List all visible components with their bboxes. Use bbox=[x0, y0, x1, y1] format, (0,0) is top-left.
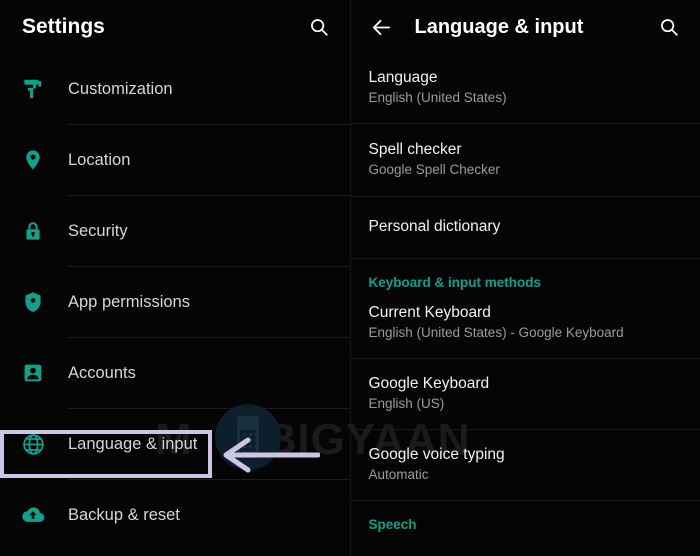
sidebar-item-label: Location bbox=[68, 150, 131, 169]
list-item-current-keyboard[interactable]: Current Keyboard English (United States)… bbox=[351, 297, 700, 358]
settings-list: Customization Location Security App perm… bbox=[0, 54, 350, 550]
sidebar-item-location[interactable]: Location bbox=[0, 125, 350, 195]
list-item-subtitle: English (US) bbox=[368, 396, 445, 411]
back-arrow-icon[interactable] bbox=[367, 12, 397, 42]
sidebar-item-label: Customization bbox=[68, 79, 173, 98]
list-item-language[interactable]: Language English (United States) bbox=[351, 54, 700, 123]
location-pin-icon bbox=[14, 141, 52, 179]
settings-panel: Settings Customization Location Security… bbox=[0, 0, 351, 556]
sidebar-item-label: Language & input bbox=[68, 434, 198, 453]
page-title: Settings bbox=[22, 15, 105, 38]
sidebar-item-security[interactable]: Security bbox=[0, 196, 350, 266]
list-item-title: Language bbox=[368, 69, 438, 86]
list-item-title: Google voice typing bbox=[368, 446, 505, 463]
sidebar-item-language-input[interactable]: Language & input bbox=[0, 409, 350, 479]
search-icon[interactable] bbox=[304, 12, 334, 42]
section-header-speech: Speech bbox=[368, 517, 417, 532]
language-input-panel: Language & input Language English (Unite… bbox=[350, 0, 700, 556]
list-item-google-keyboard[interactable]: Google Keyboard English (US) bbox=[351, 359, 700, 429]
shield-icon bbox=[14, 283, 52, 321]
cloud-upload-icon bbox=[14, 496, 52, 534]
search-icon[interactable] bbox=[654, 12, 684, 42]
section-header-keyboard-input-methods: Keyboard & input methods bbox=[368, 275, 542, 290]
list-item-title: Personal dictionary bbox=[368, 218, 501, 235]
list-item-title: Google Keyboard bbox=[368, 375, 490, 392]
sidebar-item-accounts[interactable]: Accounts bbox=[0, 338, 350, 408]
sidebar-item-backup-reset[interactable]: Backup & reset bbox=[0, 480, 350, 550]
sidebar-item-customization[interactable]: Customization bbox=[0, 54, 350, 124]
list-item-subtitle: Automatic bbox=[368, 467, 429, 482]
list-item-subtitle: Google Spell Checker bbox=[368, 162, 500, 177]
list-item-subtitle: English (United States) - Google Keyboar… bbox=[368, 325, 624, 340]
sidebar-item-label: Backup & reset bbox=[68, 505, 180, 524]
list-item-spell-checker[interactable]: Spell checker Google Spell Checker bbox=[351, 124, 700, 196]
account-badge-icon bbox=[14, 354, 52, 392]
language-input-top-bar: Language & input bbox=[351, 0, 700, 54]
settings-top-bar: Settings bbox=[0, 0, 350, 54]
sidebar-item-label: App permissions bbox=[68, 292, 190, 311]
list-item-subtitle: English (United States) bbox=[368, 90, 507, 105]
list-item-personal-dictionary[interactable]: Personal dictionary bbox=[351, 197, 700, 258]
list-item-title: Current Keyboard bbox=[368, 304, 491, 321]
lock-icon bbox=[14, 212, 52, 250]
list-item-google-voice-typing[interactable]: Google voice typing Automatic bbox=[351, 430, 700, 500]
list-item-title: Spell checker bbox=[368, 141, 462, 158]
paint-roller-icon bbox=[14, 70, 52, 108]
page-title: Language & input bbox=[414, 15, 584, 38]
globe-icon bbox=[14, 425, 52, 463]
sidebar-item-label: Accounts bbox=[68, 363, 136, 382]
sidebar-item-label: Security bbox=[68, 221, 128, 240]
language-input-list: Language English (United States) Spell c… bbox=[350, 54, 700, 539]
sidebar-item-app-permissions[interactable]: App permissions bbox=[0, 267, 350, 337]
dual-screenshot-container: Settings Customization Location Security… bbox=[0, 0, 700, 556]
